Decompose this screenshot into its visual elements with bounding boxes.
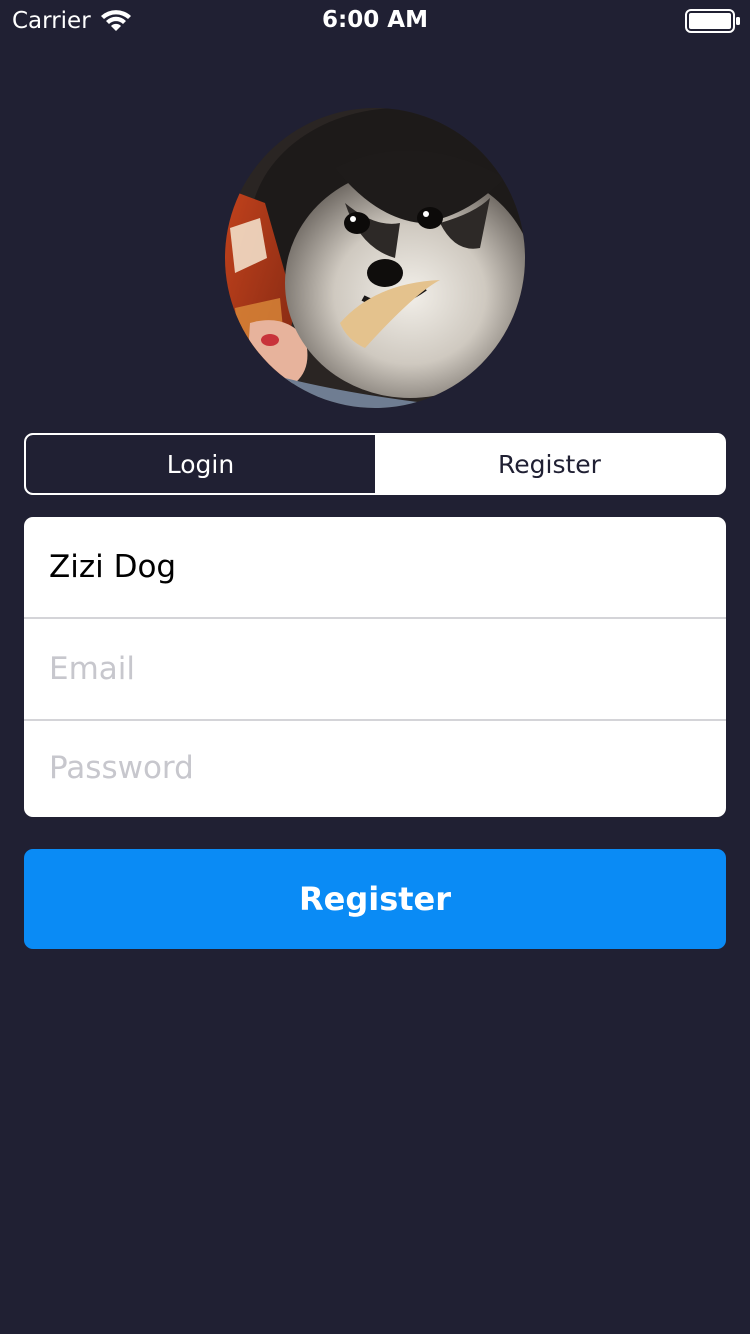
status-bar: Carrier 6:00 AM bbox=[0, 0, 750, 40]
tab-login[interactable]: Login bbox=[26, 435, 375, 493]
registration-form bbox=[24, 517, 726, 817]
tab-register[interactable]: Register bbox=[375, 435, 724, 493]
avatar[interactable] bbox=[225, 108, 525, 408]
status-time: 6:00 AM bbox=[322, 7, 428, 33]
email-field[interactable] bbox=[49, 619, 699, 719]
email-field-row bbox=[24, 619, 726, 719]
dog-photo-icon bbox=[225, 108, 525, 408]
auth-mode-segmented-control[interactable]: Login Register bbox=[24, 433, 726, 495]
password-field[interactable] bbox=[49, 718, 699, 817]
password-field-row bbox=[24, 718, 726, 817]
name-field[interactable] bbox=[49, 517, 699, 617]
battery-icon bbox=[685, 9, 741, 33]
name-field-row bbox=[24, 517, 726, 617]
register-button[interactable]: Register bbox=[24, 849, 726, 949]
